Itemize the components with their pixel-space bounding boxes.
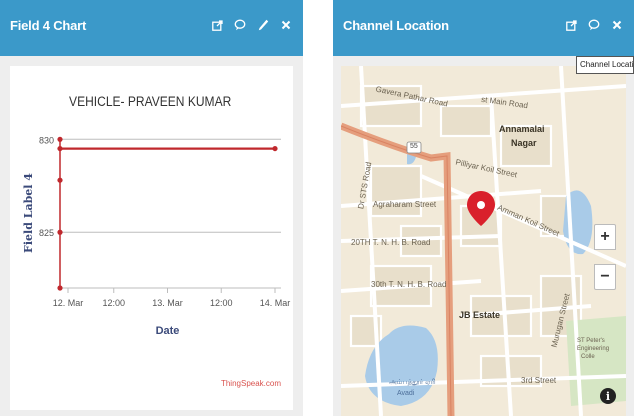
map-label: Nagar: [511, 138, 537, 148]
close-icon[interactable]: [610, 16, 624, 34]
zoom-out-button[interactable]: −: [594, 264, 616, 290]
zoom-in-button[interactable]: +: [594, 224, 616, 250]
external-link-icon[interactable]: [210, 16, 224, 34]
x-tick-label: 12:00: [102, 298, 125, 308]
thingspeak-watermark[interactable]: ThingSpeak.com: [221, 379, 281, 388]
data-point[interactable]: [57, 145, 63, 152]
data-point[interactable]: [57, 136, 63, 142]
map-label: Colle: [581, 354, 595, 360]
map-label: Agraharam Street: [373, 200, 437, 209]
comment-icon[interactable]: [233, 16, 247, 34]
widget-title: Field 4 Chart: [10, 18, 87, 33]
field-4-chart-widget: Field 4 Chart VEHICLE- PRAVEEN KUMAR 830…: [0, 0, 303, 416]
map-label: 20TH T. N. H. B. Road: [351, 238, 431, 247]
data-point[interactable]: [272, 145, 278, 152]
pencil-icon[interactable]: [256, 16, 270, 34]
widget-actions: [564, 16, 624, 34]
info-icon[interactable]: i: [600, 388, 616, 404]
comment-icon[interactable]: [587, 16, 601, 34]
map-label: அம்பத்தூர் ஏரி: [389, 379, 436, 386]
x-tick-label: 12:00: [210, 298, 233, 308]
widget-header: Channel Location: [333, 0, 634, 56]
data-point[interactable]: [57, 177, 63, 183]
highway-shield-label: 55: [410, 143, 418, 150]
line-chart: VEHICLE- PRAVEEN KUMAR 830 825 12. Mar 12:…: [22, 93, 291, 337]
widget-title: Channel Location: [343, 18, 449, 33]
data-point[interactable]: [57, 229, 63, 235]
map-label: Annamalai: [499, 124, 545, 134]
tooltip: Channel Location: [576, 56, 634, 74]
y-axis-label: Field Label 4: [22, 173, 35, 253]
external-link-icon[interactable]: [564, 16, 578, 34]
map-label: JB Estate: [459, 310, 501, 320]
y-tick-label: 825: [39, 228, 54, 238]
map-view[interactable]: Gavera Pathar Road st Main Road Annamala…: [341, 66, 626, 416]
x-tick-label: 14. Mar: [260, 298, 291, 308]
y-tick-label: 830: [39, 135, 54, 145]
map-label: Engineering: [577, 346, 610, 352]
map-label: Avadi: [397, 390, 415, 397]
close-icon[interactable]: [279, 16, 293, 34]
map-label: ST Peter's: [577, 338, 605, 344]
chart-title: VEHICLE- PRAVEEN KUMAR: [69, 93, 231, 109]
data-point[interactable]: [57, 285, 63, 291]
map-label: 30th T. N. H. B. Road: [371, 280, 447, 289]
chart-panel: VEHICLE- PRAVEEN KUMAR 830 825 12. Mar 12:…: [10, 66, 293, 410]
x-axis-label: Date: [156, 325, 180, 337]
x-tick-label: 12. Mar: [53, 298, 84, 308]
map-label: 3rd Street: [521, 376, 557, 385]
x-tick-label: 13. Mar: [152, 298, 183, 308]
widget-header: Field 4 Chart: [0, 0, 303, 56]
widget-actions: [210, 16, 293, 34]
